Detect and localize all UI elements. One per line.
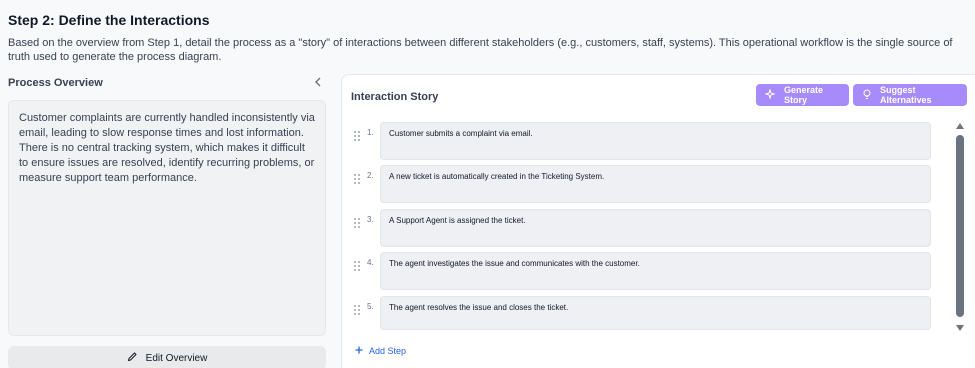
sparkle-icon (764, 87, 776, 102)
interaction-story-title: Interaction Story (351, 91, 439, 103)
page-description: Based on the overview from Step 1, detai… (8, 37, 953, 63)
story-scrollbar[interactable] (954, 123, 966, 331)
story-step: 1. Customer submits a complaint via emai… (352, 122, 932, 162)
page-title: Step 2: Define the Interactions (8, 12, 210, 28)
scrollbar-thumb[interactable] (956, 135, 964, 317)
step-text-field[interactable]: A new ticket is automatically created in… (380, 165, 931, 203)
add-step-label: Add Step (369, 346, 407, 356)
drag-handle-icon[interactable] (354, 215, 360, 228)
step-number: 1. (367, 128, 374, 137)
step-number: 3. (367, 215, 374, 224)
step-text-field[interactable]: The agent investigates the issue and com… (380, 252, 931, 290)
step-text-field[interactable]: The agent resolves the issue and closes … (380, 296, 931, 330)
generate-story-button[interactable]: Generate Story (756, 84, 849, 106)
scroll-down-arrow-icon[interactable] (956, 325, 964, 331)
drag-handle-icon[interactable] (354, 302, 360, 315)
step-number: 2. (367, 171, 374, 180)
process-overview-text: Customer complaints are currently handle… (8, 100, 326, 336)
edit-overview-button[interactable]: Edit Overview (8, 346, 326, 368)
pencil-icon (127, 351, 138, 365)
lightbulb-icon (862, 89, 872, 102)
story-step: 4. The agent investigates the issue and … (352, 252, 932, 292)
drag-handle-icon[interactable] (354, 128, 360, 141)
story-step: 3. A Support Agent is assigned the ticke… (352, 209, 932, 249)
chevron-left-icon[interactable] (314, 77, 326, 90)
step-number: 4. (367, 258, 374, 267)
interaction-story-panel: Interaction Story Generate Story Suggest… (341, 74, 975, 368)
edit-overview-label: Edit Overview (145, 352, 208, 364)
drag-handle-icon[interactable] (354, 258, 360, 271)
drag-handle-icon[interactable] (354, 171, 360, 184)
suggest-alternatives-button[interactable]: Suggest Alternatives (853, 84, 967, 106)
step-text-field[interactable]: A Support Agent is assigned the ticket. (380, 209, 931, 247)
generate-story-label: Generate Story (784, 85, 824, 105)
suggest-alternatives-label: Suggest Alternatives (880, 85, 932, 105)
step-number: 5. (367, 302, 374, 311)
scroll-up-arrow-icon[interactable] (956, 123, 964, 129)
story-step: 2. A new ticket is automatically created… (352, 165, 932, 205)
process-overview-header: Process Overview (8, 76, 326, 90)
step-text-field[interactable]: Customer submits a complaint via email. (380, 122, 931, 160)
process-overview-title: Process Overview (8, 77, 103, 89)
plus-icon (355, 346, 363, 356)
story-step: 5. The agent resolves the issue and clos… (352, 296, 932, 336)
add-step-button[interactable]: Add Step (355, 346, 406, 356)
